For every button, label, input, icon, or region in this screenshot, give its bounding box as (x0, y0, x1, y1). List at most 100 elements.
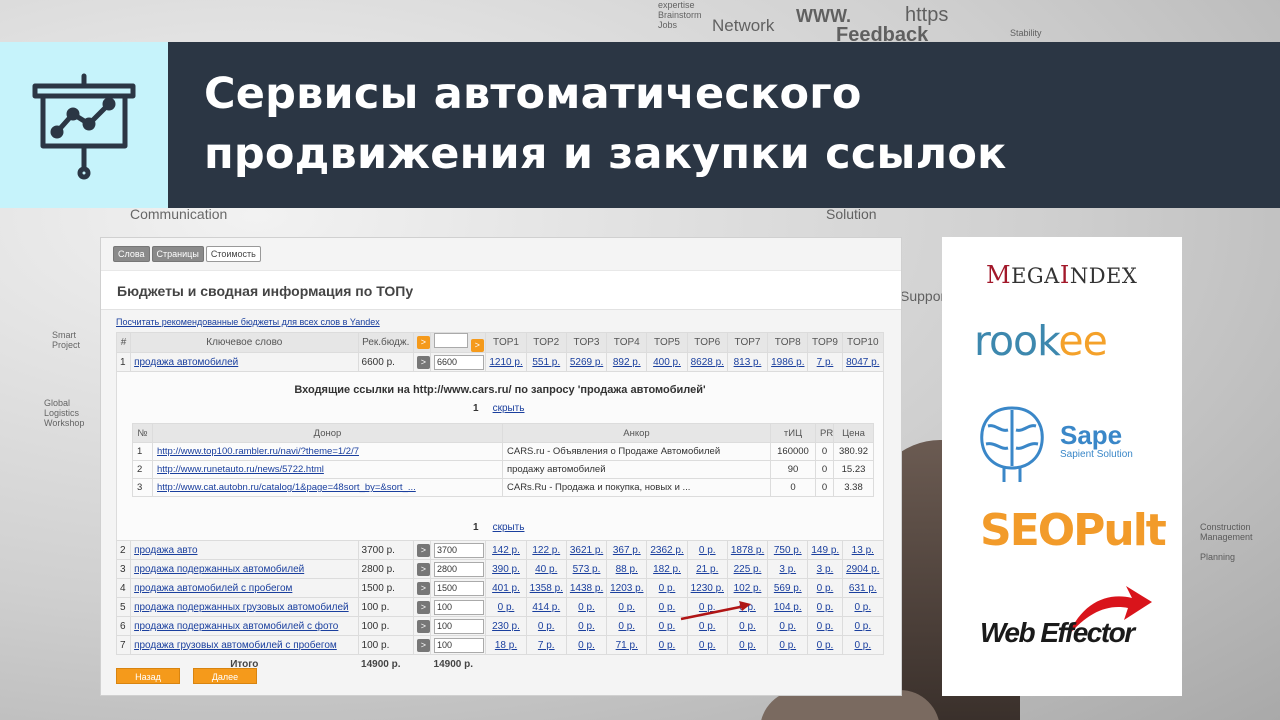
top-cost-link[interactable]: 0 р. (646, 635, 688, 655)
top-cost-link[interactable]: 21 р. (686, 559, 728, 579)
top-cost-link[interactable]: 102 р. (726, 578, 769, 598)
apply-budget-button[interactable]: > (416, 638, 430, 652)
top-cost-link[interactable]: 104 р. (767, 597, 809, 617)
top-cost-link[interactable]: 569 р. (767, 578, 809, 598)
keyword-link[interactable]: продажа грузовых автомобилей с пробегом (130, 635, 359, 655)
top-cost-link[interactable]: 225 р. (726, 559, 769, 579)
donor-link[interactable]: http://www.top100.rambler.ru/navi/?theme… (152, 442, 503, 461)
top-cost-link[interactable]: 0 р. (807, 578, 843, 598)
top-cost-link[interactable]: 0 р. (841, 635, 885, 655)
top-cost-link[interactable]: 7 р. (525, 635, 567, 655)
keyword-link[interactable]: продажа подержанных грузовых автомобилей (130, 597, 359, 617)
top-cost-link[interactable]: 892 р. (606, 352, 648, 372)
top-cost-link[interactable]: 40 р. (525, 559, 567, 579)
top-cost-link[interactable]: 390 р. (485, 559, 527, 579)
top-cost-link[interactable]: 1210 р. (485, 352, 527, 372)
budget-input[interactable]: 3700 (434, 542, 485, 558)
top-cost-link[interactable]: 2904 р. (841, 559, 885, 579)
top-cost-link[interactable]: 1878 р. (726, 540, 769, 560)
top-cost-link[interactable]: 0 р. (807, 635, 843, 655)
top-cost-link[interactable]: 0 р. (606, 597, 648, 617)
apply-budget-button[interactable]: > (416, 619, 430, 633)
top-cost-link[interactable]: 182 р. (646, 559, 688, 579)
top-cost-link[interactable]: 3 р. (767, 559, 809, 579)
recommend-budgets-link[interactable]: Посчитать рекомендованные бюджеты для вс… (116, 317, 380, 327)
top-cost-link[interactable]: 8047 р. (841, 352, 885, 372)
top-cost-link[interactable]: 1986 р. (767, 352, 809, 372)
top-cost-link[interactable]: 0 р. (606, 616, 648, 636)
top-cost-link[interactable]: 0 р. (565, 616, 608, 636)
tab-cost[interactable]: Стоимость (205, 246, 261, 262)
top-cost-link[interactable]: 18 р. (485, 635, 527, 655)
top-cost-link[interactable]: 230 р. (485, 616, 527, 636)
top-cost-link[interactable]: 813 р. (726, 352, 769, 372)
top-cost-link[interactable]: 573 р. (565, 559, 608, 579)
top-cost-link[interactable]: 13 р. (841, 540, 885, 560)
apply-budget-button[interactable]: > (416, 581, 430, 595)
top-cost-link[interactable]: 414 р. (525, 597, 567, 617)
top-cost-link[interactable]: 0 р. (565, 635, 608, 655)
keyword-link[interactable]: продажа автомобилей (130, 352, 359, 372)
budget-input[interactable]: 100 (434, 599, 485, 615)
apply-budget-button[interactable]: > (416, 543, 430, 557)
top-cost-link[interactable]: 1230 р. (686, 578, 728, 598)
back-button[interactable]: Назад (116, 668, 180, 684)
top-cost-link[interactable]: 71 р. (606, 635, 648, 655)
top-cost-link[interactable]: 0 р. (565, 597, 608, 617)
top-cost-link[interactable]: 88 р. (606, 559, 648, 579)
apply-all-button[interactable]: > (416, 336, 430, 349)
top-cost-link[interactable]: 0 р. (767, 635, 809, 655)
top-cost-link[interactable]: 1203 р. (606, 578, 648, 598)
next-button[interactable]: Далее (193, 668, 257, 684)
tab-pages[interactable]: Страницы (151, 246, 204, 262)
top-cost-link[interactable]: 142 р. (485, 540, 527, 560)
top-cost-link[interactable]: 0 р. (841, 597, 885, 617)
apply-budget-button[interactable]: > (416, 562, 430, 576)
budget-input[interactable]: 100 (434, 637, 485, 653)
top-cost-link[interactable]: 122 р. (525, 540, 567, 560)
budget-input[interactable]: 2800 (434, 561, 485, 577)
top-cost-link[interactable]: 0 р. (767, 616, 809, 636)
top-cost-link[interactable]: 149 р. (807, 540, 843, 560)
top-cost-link[interactable]: 401 р. (485, 578, 527, 598)
keyword-link[interactable]: продажа подержанных автомобилей с фото (130, 616, 359, 636)
keyword-link[interactable]: продажа авто (130, 540, 359, 560)
apply-budget-button[interactable]: > (416, 600, 430, 614)
top-cost-link[interactable]: 2362 р. (646, 540, 688, 560)
top-cost-link[interactable]: 1438 р. (565, 578, 608, 598)
top-cost-link[interactable]: 5269 р. (565, 352, 608, 372)
top-cost-link[interactable]: 7 р. (807, 352, 843, 372)
top-cost-link[interactable]: 367 р. (606, 540, 648, 560)
keyword-link[interactable]: продажа подержанных автомобилей (130, 559, 359, 579)
top-cost-link[interactable]: 8628 р. (686, 352, 728, 372)
top-cost-link[interactable]: 0 р. (485, 597, 527, 617)
top-cost-link[interactable]: 551 р. (525, 352, 567, 372)
tab-words[interactable]: Слова (113, 246, 150, 262)
donor-link[interactable]: http://www.runetauto.ru/news/5722.html (152, 460, 503, 479)
hide-link[interactable]: скрыть (493, 522, 525, 533)
top-cost-link[interactable]: 631 р. (841, 578, 885, 598)
donor-link[interactable]: http://www.cat.autobn.ru/catalog/1&page=… (152, 478, 503, 497)
top-cost-link[interactable]: 3621 р. (565, 540, 608, 560)
top-cost-link[interactable]: 0 р. (807, 597, 843, 617)
top-cost-link[interactable]: 0 р. (525, 616, 567, 636)
keyword-link[interactable]: продажа автомобилей с пробегом (130, 578, 359, 598)
budget-input[interactable]: 100 (434, 618, 485, 634)
top-cost-link[interactable]: 750 р. (767, 540, 809, 560)
top-cost-link[interactable]: 0 р. (686, 540, 728, 560)
top-cost-link[interactable]: 3 р. (807, 559, 843, 579)
hide-link[interactable]: скрыть (493, 403, 525, 414)
apply-bulk-button[interactable]: > (470, 339, 484, 352)
top-cost-link[interactable]: 0 р. (686, 635, 728, 655)
budget-input[interactable]: 1500 (434, 580, 485, 596)
budget-input[interactable]: 6600 (434, 354, 485, 370)
row-number: 3 (115, 559, 132, 579)
top-cost-link[interactable]: 400 р. (646, 352, 688, 372)
top-cost-link[interactable]: 0 р. (646, 578, 688, 598)
apply-budget-button[interactable]: > (416, 355, 430, 369)
top-cost-link[interactable]: 0 р. (807, 616, 843, 636)
bulk-budget-input[interactable] (434, 333, 469, 348)
top-cost-link[interactable]: 1358 р. (525, 578, 567, 598)
top-cost-link[interactable]: 0 р. (726, 635, 769, 655)
top-cost-link[interactable]: 0 р. (841, 616, 885, 636)
